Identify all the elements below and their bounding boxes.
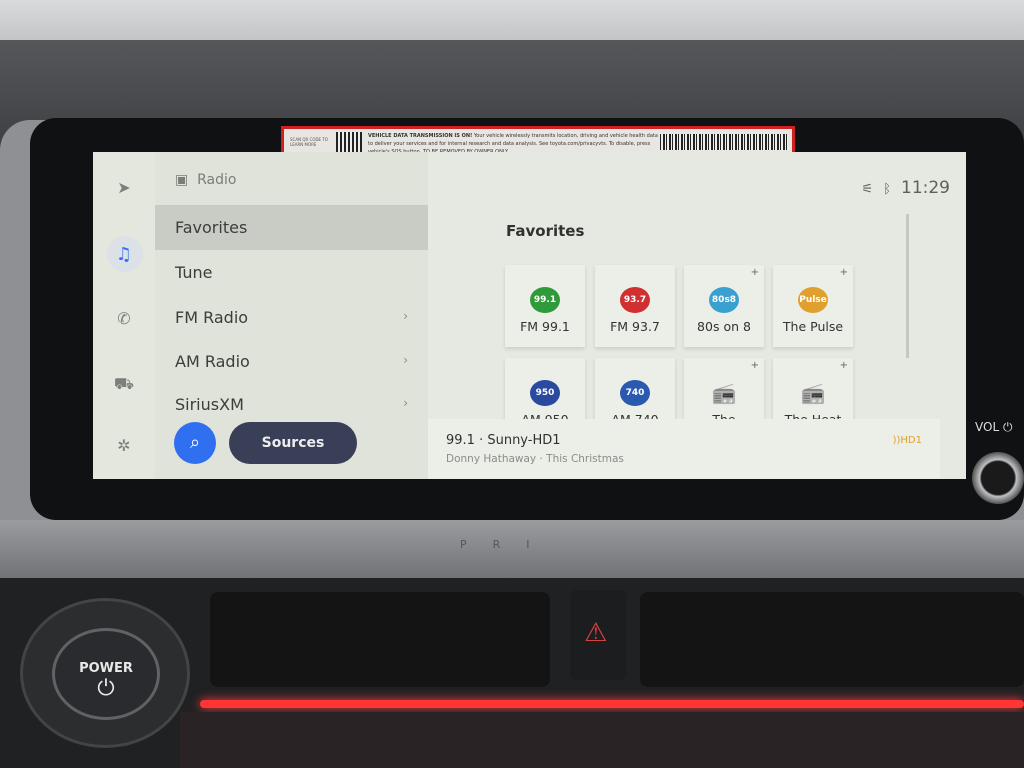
menu-item-label: AM Radio — [175, 352, 250, 371]
bluetooth-icon: ᛒ — [883, 182, 891, 197]
settings-icon[interactable]: ✲ — [111, 436, 137, 455]
volume-label: VOL ⏻ — [975, 420, 1013, 434]
hd-plus-icon: + — [750, 267, 759, 278]
chevron-right-icon: › — [403, 309, 408, 323]
search-button[interactable]: ⌕ — [174, 422, 216, 464]
scrollbar[interactable] — [906, 214, 909, 358]
phone-icon[interactable]: ✆ — [111, 309, 137, 328]
tile-label: FM 93.7 — [610, 319, 660, 334]
chevron-right-icon: › — [403, 396, 408, 410]
navigation-icon[interactable]: ➤ — [111, 178, 137, 197]
station-logo: 950 — [530, 380, 560, 406]
ambient-light-strip — [200, 700, 1024, 708]
status-bar: ⚟ ᛒ 11:29 — [852, 178, 950, 198]
hd-radio-icon: ))HD1 — [892, 435, 922, 446]
menu-item-label: SiriusXM — [175, 395, 244, 414]
now-playing-track: Donny Hathaway · This Christmas — [446, 453, 624, 465]
station-logo: Pulse — [798, 287, 828, 313]
hd-badge: HD1 — [900, 435, 922, 446]
menu-item-tune[interactable]: Tune — [155, 250, 428, 295]
tile-label: The Pulse — [782, 319, 844, 334]
sticker-heading: VEHICLE DATA TRANSMISSION IS ON! — [368, 133, 473, 139]
sticker-scan-text: SCAN QR CODE TO LEARN MORE — [290, 137, 328, 147]
power-icon: ⏻ — [97, 676, 115, 701]
menu-item-label: Favorites — [175, 218, 248, 237]
barcode-icon — [660, 134, 788, 150]
lower-panel — [180, 712, 1024, 768]
tile-label: FM 99.1 — [520, 319, 570, 334]
menu-item-label: Tune — [175, 263, 213, 282]
radio-menu: ▣ Radio Favorites Tune FM Radio › AM Radi… — [155, 152, 428, 479]
sources-button[interactable]: Sources — [229, 422, 357, 464]
hd-plus-icon: + — [839, 360, 848, 371]
menu-item-fm-radio[interactable]: FM Radio › — [155, 295, 428, 340]
radio-icon: 📻 — [711, 381, 737, 405]
menu-item-label: FM Radio — [175, 308, 249, 327]
menu-item-am-radio[interactable]: AM Radio › — [155, 339, 428, 384]
favorite-tile[interactable]: Pulse The Pulse + — [773, 265, 853, 347]
station-logo: 80s8 — [709, 287, 739, 313]
favorite-tile[interactable]: 80s8 80s on 8 + — [684, 265, 764, 347]
brand-text: PRI — [460, 538, 556, 551]
power-label: POWER — [79, 661, 133, 676]
chevron-right-icon: › — [403, 353, 408, 367]
air-vent-left[interactable] — [210, 592, 550, 687]
favorite-tile[interactable]: 99.1 FM 99.1 — [505, 265, 585, 347]
air-vent-right[interactable] — [640, 592, 1024, 687]
menu-header: ▣ Radio — [175, 172, 236, 188]
car-icon[interactable]: ⛟ — [111, 374, 137, 395]
radio-icon: ▣ — [175, 172, 189, 188]
radio-icon: 📻 — [800, 381, 826, 405]
power-button[interactable]: POWER ⏻ — [52, 628, 160, 720]
station-logo: 740 — [620, 380, 650, 406]
station-logo: 99.1 — [530, 287, 560, 313]
tile-label: 80s on 8 — [697, 319, 751, 334]
hd-plus-icon: + — [839, 267, 848, 278]
no-signal-icon: ⚟ — [861, 182, 874, 197]
favorite-tile[interactable]: 93.7 FM 93.7 — [595, 265, 675, 347]
infotainment-screen: ➤ ♫ ✆ ⛟ ✲ ▣ Radio Favorites Tune FM Radi… — [93, 152, 966, 479]
now-playing-station: 99.1 · Sunny-HD1 — [446, 433, 561, 448]
app-rail: ➤ ♫ ✆ ⛟ ✲ — [93, 152, 155, 479]
clock: 11:29 — [901, 178, 950, 198]
hd-plus-icon: + — [750, 360, 759, 371]
now-playing-bar[interactable]: 99.1 · Sunny-HD1 Donny Hathaway · This C… — [428, 419, 940, 479]
music-icon[interactable]: ♫ — [111, 244, 137, 265]
favorites-title: Favorites — [506, 222, 585, 240]
search-icon: ⌕ — [189, 432, 201, 453]
menu-item-favorites[interactable]: Favorites — [155, 205, 428, 250]
menu-item-siriusxm[interactable]: SiriusXM › — [155, 382, 428, 427]
volume-knob[interactable] — [972, 452, 1024, 504]
station-logo: 93.7 — [620, 287, 650, 313]
menu-header-title: Radio — [197, 172, 237, 188]
hazard-icon: ⚠ — [584, 618, 608, 648]
